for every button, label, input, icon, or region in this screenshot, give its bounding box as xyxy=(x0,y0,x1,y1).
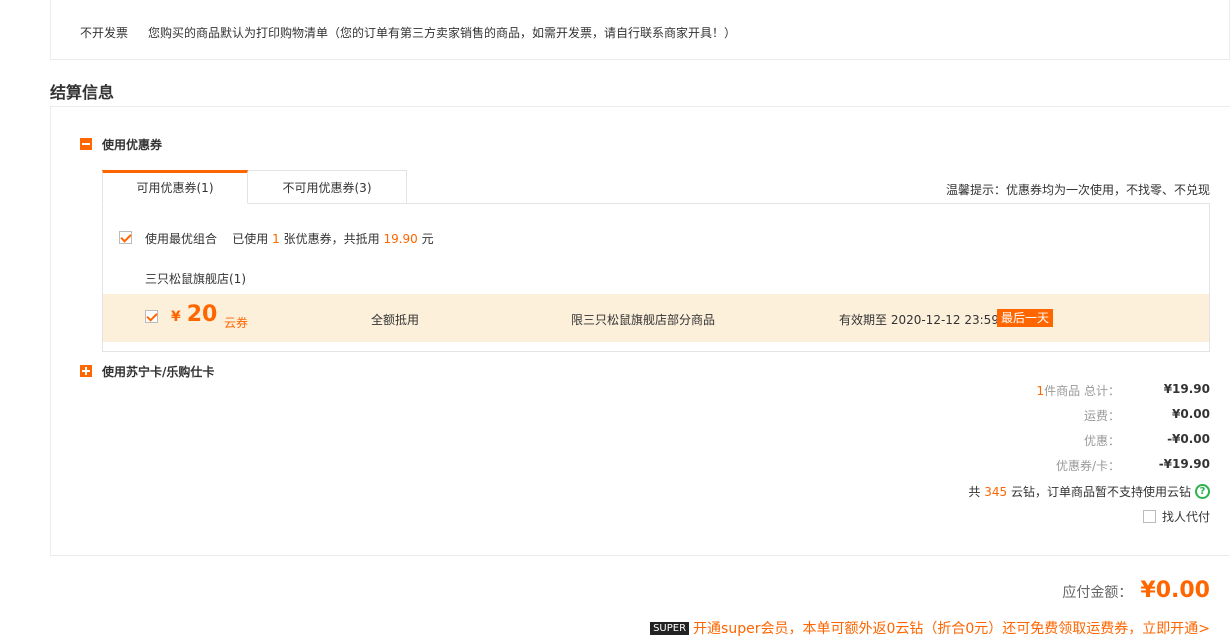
coupon-row[interactable]: ¥20 云券 全额抵用 限三只松鼠旗舰店部分商品 有效期至 2020-12-12… xyxy=(103,294,1209,342)
payable-row: 应付金额： ¥0.00 xyxy=(1062,578,1210,603)
proxy-pay[interactable]: 找人代付 xyxy=(1142,508,1210,525)
used-count: 1 xyxy=(272,232,280,246)
used-amount: 19.90 xyxy=(383,232,418,246)
coupon-value: 20 xyxy=(186,302,218,327)
last-day-badge: 最后一天 xyxy=(997,309,1054,327)
used-mid: 张优惠券，共抵用 xyxy=(283,232,380,246)
payable-label: 应付金额： xyxy=(1062,585,1133,601)
super-badge: SUPER xyxy=(650,621,690,635)
proxy-pay-label[interactable]: 找人代付 xyxy=(1162,508,1210,525)
yunzuan-prefix: 共 xyxy=(968,485,981,499)
used-suffix: 元 xyxy=(421,232,434,246)
best-combo-checkbox[interactable] xyxy=(119,231,132,244)
summary-discount-row: 优惠： -¥0.00 xyxy=(950,432,1210,449)
store-name: 三只松鼠旗舰店(1) xyxy=(145,272,246,286)
yunzuan-suffix: 云钻，订单商品暂不支持使用云钻 xyxy=(1010,485,1191,499)
coupon-section-label[interactable]: 使用优惠券 xyxy=(102,136,162,153)
coupon-summary-label: 优惠券/卡： xyxy=(1055,459,1120,473)
summary-shipping: ¥0.00 xyxy=(1172,407,1210,421)
best-combo-label[interactable]: 使用最优组合 xyxy=(145,232,217,246)
coupon-tabs: 可用优惠券(1) 不可用优惠券(3) xyxy=(102,170,407,204)
expand-icon[interactable] xyxy=(80,365,92,377)
invoice-box: 不开发票 您购买的商品默认为打印购物清单（您的订单有第三方卖家销售的商品，如需开… xyxy=(50,0,1230,60)
coupon-amount: ¥20 xyxy=(171,302,217,327)
summary-discount: -¥0.00 xyxy=(1167,432,1210,446)
summary-shipping-row: 运费： ¥0.00 xyxy=(950,407,1210,424)
summary-total-row: 1件商品 总计： ¥19.90 xyxy=(950,382,1210,399)
used-prefix: 已使用 xyxy=(232,232,269,246)
help-icon[interactable]: ? xyxy=(1195,484,1210,499)
coupon-type: 云券 xyxy=(224,316,249,330)
coupon-scope: 限三只松鼠旗舰店部分商品 xyxy=(571,313,716,327)
summary-coupon: -¥19.90 xyxy=(1158,457,1210,471)
items-label: 件商品 总计： xyxy=(1044,384,1120,398)
invoice-note: 您购买的商品默认为打印购物清单（您的订单有第三方卖家销售的商品，如需开发票，请自… xyxy=(148,26,737,40)
summary-items-label: 1件商品 总计： xyxy=(1037,382,1120,399)
super-promo[interactable]: SUPER 开通super会员，本单可额外返0云钻（折合0元）还可免费领取运费券… xyxy=(650,618,1210,638)
coupon-expire: 有效期至 2020-12-12 23:59 xyxy=(839,313,999,327)
coupon-tip: 温馨提示：优惠券均为一次使用，不找零、不兑现 xyxy=(945,183,1210,197)
super-promo-text[interactable]: 开通super会员，本单可额外返0云钻（折合0元）还可免费领取运费券，立即开通> xyxy=(693,618,1210,638)
collapse-icon[interactable] xyxy=(80,138,92,150)
summary-total: ¥19.90 xyxy=(1163,382,1210,396)
card-section-label[interactable]: 使用苏宁卡/乐购仕卡 xyxy=(102,363,214,380)
best-combo-row: 使用最优组合 已使用 1 张优惠券，共抵用 19.90 元 xyxy=(145,230,434,247)
summary-coupon-row: 优惠券/卡： -¥19.90 xyxy=(950,457,1210,474)
coupon-checkbox[interactable] xyxy=(145,310,158,323)
invoice-type: 不开发票 xyxy=(80,26,129,40)
coupon-currency: ¥ xyxy=(171,309,181,325)
tab-available-coupons[interactable]: 可用优惠券(1) xyxy=(102,170,248,204)
coupon-usage: 全额抵用 xyxy=(371,313,420,327)
shipping-label: 运费： xyxy=(1083,409,1120,423)
section-title: 结算信息 xyxy=(50,83,115,102)
tab-unavailable-coupons[interactable]: 不可用优惠券(3) xyxy=(248,170,407,204)
yunzuan-count: 345 xyxy=(984,484,1008,499)
payable-value: ¥0.00 xyxy=(1140,578,1210,603)
yunzuan-row: 共 345 云钻，订单商品暂不支持使用云钻 ? xyxy=(968,483,1210,500)
proxy-pay-checkbox[interactable] xyxy=(1142,510,1156,523)
discount-label: 优惠： xyxy=(1083,434,1120,448)
